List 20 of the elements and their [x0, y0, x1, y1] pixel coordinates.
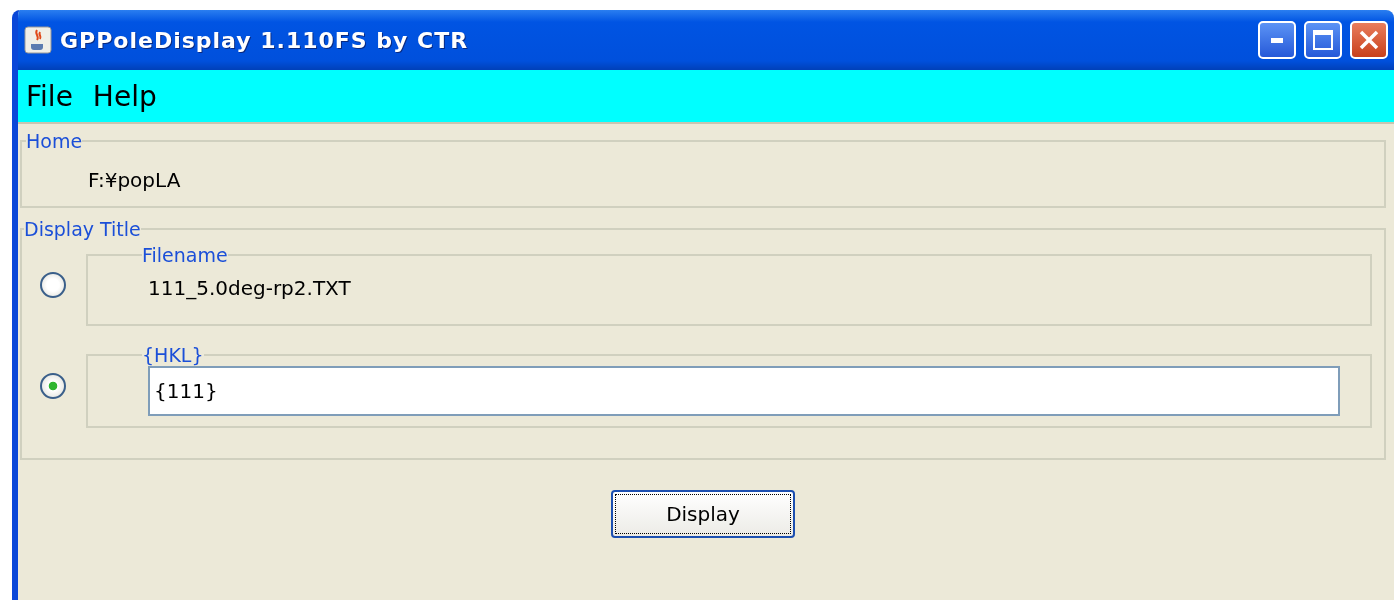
menu-item[interactable]: Help — [92, 79, 157, 113]
menu-item[interactable]: File — [26, 79, 73, 113]
minimize-button[interactable] — [1258, 21, 1296, 59]
group-label: {HKL} — [142, 344, 204, 366]
radio-button[interactable] — [40, 272, 66, 298]
close-button[interactable] — [1350, 21, 1388, 59]
maximize-button[interactable] — [1304, 21, 1342, 59]
window-title: GPPoleDisplay 1.110FS by CTR — [60, 27, 470, 53]
filename-text: 111_5.0deg-rp2.TXT — [148, 276, 351, 300]
maximize-icon — [1313, 30, 1333, 50]
minimize-icon — [1271, 37, 1283, 43]
display-button[interactable]: Display — [611, 490, 795, 538]
radio-button[interactable] — [40, 373, 66, 399]
close-icon — [1359, 30, 1379, 50]
group-label: Home — [26, 130, 83, 152]
group-label: Filename — [142, 244, 228, 266]
group-label: Display Title — [24, 218, 141, 240]
coffee-cup-icon — [24, 26, 52, 54]
home-path: F:¥popLA — [88, 168, 181, 192]
hkl-input-field[interactable]: {111} — [148, 366, 1340, 416]
